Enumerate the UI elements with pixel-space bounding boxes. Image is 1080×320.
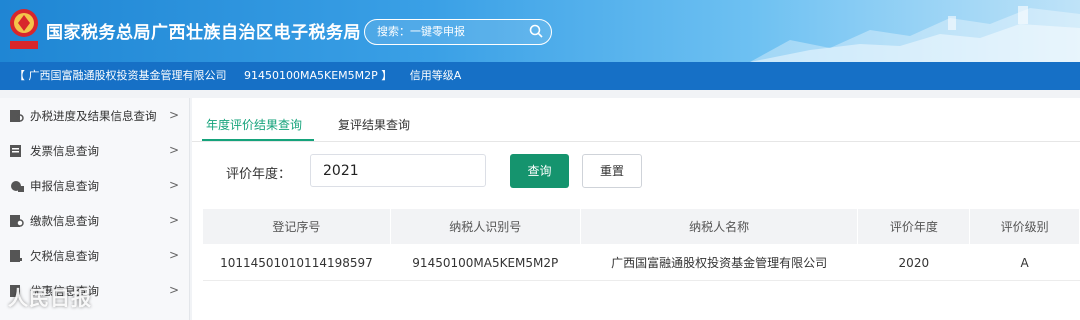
table-row: 10114501010114198597 91450100MA5KEM5M2P … [202,244,1080,281]
sidebar-item-arrears-query[interactable]: 欠税信息查询 > [0,238,189,273]
arrears-icon [10,249,22,262]
search-icon[interactable] [529,24,543,38]
declaration-icon [11,180,24,192]
search-doc-icon [10,109,24,122]
query-button[interactable]: 查询 [510,154,569,188]
chevron-right-icon: > [168,283,179,297]
column-header: 纳税人识别号 [389,208,581,245]
invoice-icon [10,144,21,157]
evaluation-year-cell: 2020 [857,244,970,281]
reset-button[interactable]: 重置 [582,154,642,188]
column-header: 登记序号 [202,208,391,245]
registration-number-cell: 10114501010114198597 [202,244,391,281]
chevron-right-icon: > [168,213,179,227]
tax-emblem-icon [10,9,38,49]
chevron-right-icon: > [168,143,179,157]
tab-bar: 年度评价结果查询 复评结果查询 [192,98,1080,142]
column-header: 纳税人名称 [579,208,859,245]
column-header: 评价年度 [857,208,971,245]
column-header: 评价级别 [969,208,1080,245]
search-input[interactable]: 搜索：一键零申报 [364,19,552,45]
sidebar-item-progress-query[interactable]: 办税进度及结果信息查询 > [0,98,189,133]
chevron-right-icon: > [168,178,179,192]
evaluation-year-input[interactable] [310,154,486,187]
main-panel: 年度评价结果查询 复评结果查询 评价年度： 查询 重置 登记序号 纳税人识别号 … [192,98,1080,320]
sidebar-item-label: 缴款信息查询 [30,213,99,228]
sidebar-item-label: 欠税信息查询 [30,248,99,263]
payment-icon [10,214,24,227]
table-header-row: 登记序号 纳税人识别号 纳税人名称 评价年度 评价级别 [202,208,1080,245]
sidebar-item-invoice-query[interactable]: 发票信息查询 > [0,133,189,168]
credit-level: 信用等级A [409,69,462,82]
sidebar-item-payment-query[interactable]: 缴款信息查询 > [0,203,189,238]
watermark: 人民日报 [8,286,92,310]
great-wall-decoration [750,6,1080,62]
taxpayer-id-cell: 91450100MA5KEM5M2P [390,244,581,281]
taxpayer-info-bar: 【 广西国富融通股权投资基金管理有限公司 91450100MA5KEM5M2P … [0,62,1080,90]
sidebar-item-label: 办税进度及结果信息查询 [30,108,157,123]
search-placeholder: 搜索：一键零申报 [377,25,465,38]
evaluation-year-label: 评价年度： [226,167,292,182]
site-header: 国家税务总局广西壮族自治区电子税务局 搜索：一键零申报 [0,0,1080,62]
tab-re-evaluation[interactable]: 复评结果查询 [338,116,410,133]
sidebar-item-label: 发票信息查询 [30,143,99,158]
chevron-right-icon: > [168,108,179,122]
chevron-right-icon: > [168,248,179,262]
taxpayer-id: 91450100MA5KEM5M2P 】 [244,69,393,82]
sidebar-item-declaration-query[interactable]: 申报信息查询 > [0,168,189,203]
sidebar-item-label: 申报信息查询 [30,178,99,193]
taxpayer-name-cell: 广西国富融通股权投资基金管理有限公司 [580,244,858,281]
evaluation-level-cell: A [969,244,1080,281]
site-title: 国家税务总局广西壮族自治区电子税务局 [46,23,361,43]
active-tab-indicator [202,139,314,141]
tab-annual-evaluation[interactable]: 年度评价结果查询 [206,116,302,133]
results-table: 登记序号 纳税人识别号 纳税人名称 评价年度 评价级别 101145010101… [202,208,1080,281]
company-name: 【 广西国富融通股权投资基金管理有限公司 [14,69,227,82]
